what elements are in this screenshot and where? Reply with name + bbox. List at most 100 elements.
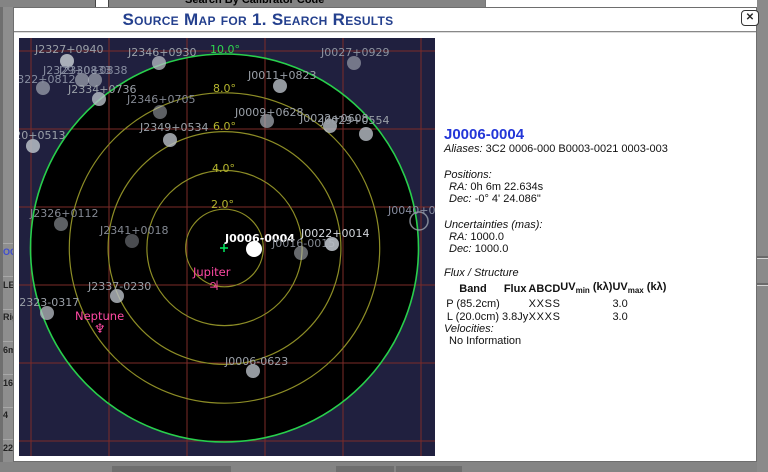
background-right-strip [757,0,768,472]
source-label[interactable]: J2326+0112 [29,207,98,220]
header-uvmin: UVmin (kλ) [560,281,612,297]
background-row-divider [3,439,13,440]
source-map[interactable]: 10.0°8.0°6.0°4.0°2.0°J2327+0940J2346+093… [19,38,435,456]
flux-cell-uvmax: 3.0 [612,310,670,323]
source-label[interactable]: J2322+0812 [19,73,75,86]
flux-cell-c: X [544,310,552,323]
flux-cell-band: P (85.2cm) [444,297,502,310]
source-label[interactable]: J0009+0628 [234,106,303,119]
background-top-strip: Search By Calibrator Code [0,0,768,7]
flux-cell-b: X [536,297,544,310]
planet-label: Neptune [75,309,124,323]
aliases-line: Aliases: 3C2 0006-000 B0003-0021 0003-00… [444,143,749,155]
source-label[interactable]: J2320+0513 [19,129,65,142]
background-form-label: Search By Calibrator Code [185,0,324,6]
flux-cell-uvmax: 3.0 [612,297,670,310]
source-label[interactable]: J2346+0705 [126,93,195,106]
ring-label: 10.0° [210,43,240,56]
background-text-fragment: OG [3,247,13,257]
background-divider [757,256,768,259]
flux-cell-flux [502,297,528,310]
velocities-label: Velocities: [444,323,749,335]
dec-label: Dec: [449,193,472,205]
source-label[interactable]: J2323-0317 [19,296,79,309]
background-text-fragment: 16 [3,378,13,388]
unc-dec-value: 1000.0 [475,243,509,255]
aliases-value: 3C2 0006-000 B0003-0021 0003-003 [486,143,668,155]
background-form-field [485,0,759,7]
source-label[interactable]: J2349+0534 [139,121,208,134]
flux-structure-block: Flux / Structure Band Flux A B C D UVmin… [444,267,749,323]
header-band: Band [444,281,502,297]
positions-label: Positions: [444,169,749,181]
source-label[interactable]: J2341+0018 [99,224,168,237]
flux-cell-uvmin [560,297,612,310]
flux-cell-d: S [552,310,560,323]
flux-structure-label: Flux / Structure [444,267,749,279]
header-a: A [528,281,536,297]
source-label[interactable]: J0006-0623 [224,355,288,368]
background-row-divider [3,374,13,375]
header-flux: Flux [502,281,528,297]
ring-label: 8.0° [213,82,236,95]
velocities-block: Velocities: No Information [444,323,749,347]
background-row-divider [3,407,13,408]
velocities-value: No Information [444,335,749,347]
background-row-divider [3,243,13,244]
source-label[interactable]: J0027+0929 [320,46,389,59]
ra-line: RA: 0h 6m 22.634s [444,181,749,193]
planet-label: Jupiter [192,265,231,279]
dialog-titlebar: Source Map for 1. Search Results ✕ [14,8,756,33]
aliases-label: Aliases: [444,143,483,155]
source-dot[interactable] [359,127,373,141]
background-bottom-strip [0,462,768,472]
unc-dec-line: Dec: 1000.0 [444,243,749,255]
ra-label: RA: [449,181,467,193]
flux-cell-band: L (20.0cm) [444,310,502,323]
uncertainties-block: Uncertainties (mas): RA: 1000.0 Dec: 100… [444,219,749,255]
unc-ra-line: RA: 1000.0 [444,231,749,243]
source-label[interactable]: J0022+0014 [300,227,369,240]
header-c: C [544,281,552,297]
dialog-title: Source Map for 1. Search Results [14,10,502,30]
flux-cell-a: X [528,297,536,310]
background-left-table-strip: OGLEGRig6m16422 [0,0,13,472]
positions-block: Positions: RA: 0h 6m 22.634s Dec: -0° 4'… [444,169,749,205]
flux-table: Band Flux A B C D UVmin (kλ) UVmax (kλ) … [444,281,670,323]
unc-ra-value: 1000.0 [470,231,504,243]
background-table-cell [112,466,231,472]
flux-row: L (20.0cm)3.8JyXXXS3.0 [444,310,670,323]
source-label[interactable]: J0011+0823 [247,69,316,82]
unc-ra-label: RA: [449,231,467,243]
background-text-fragment: LEG [3,280,13,290]
background-divider [757,283,768,286]
background-row-divider [3,341,13,342]
background-row-divider [3,276,13,277]
flux-cell-a: X [528,310,536,323]
flux-row: P (85.2cm)XXSS3.0 [444,297,670,310]
source-label[interactable]: J2337-0230 [87,280,151,293]
dec-line: Dec: -0° 4' 24.086" [444,193,749,205]
source-name: J0006-0004 [444,126,749,143]
flux-cell-flux: 3.8Jy [502,310,528,323]
flux-header-row: Band Flux A B C D UVmin (kλ) UVmax (kλ) [444,281,670,297]
source-label[interactable]: J0040+0 [387,204,435,217]
flux-cell-c: S [544,297,552,310]
page: { "window": { "title": "Source Map for 1… [0,0,768,472]
ring-label: 6.0° [213,120,236,133]
source-label[interactable]: J2327+0940 [34,43,103,56]
background-row-divider [3,309,13,310]
close-button[interactable]: ✕ [741,10,759,26]
background-text-fragment: Rig [3,312,13,322]
uncertainties-label: Uncertainties (mas): [444,219,749,231]
source-dot[interactable] [163,133,177,147]
search-by-calibrator-code-checkbox[interactable] [95,0,109,7]
header-uvmax: UVmax (kλ) [612,281,670,297]
background-text-fragment: 4 [3,410,13,420]
flux-cell-uvmin [560,310,612,323]
ring-label: 2.0° [211,198,234,211]
source-dot[interactable] [153,105,167,119]
source-label[interactable]: J2346+0930 [127,46,196,59]
planet-symbol-icon: ♆ [94,322,106,337]
source-label[interactable]: J0029+0554 [320,114,389,127]
